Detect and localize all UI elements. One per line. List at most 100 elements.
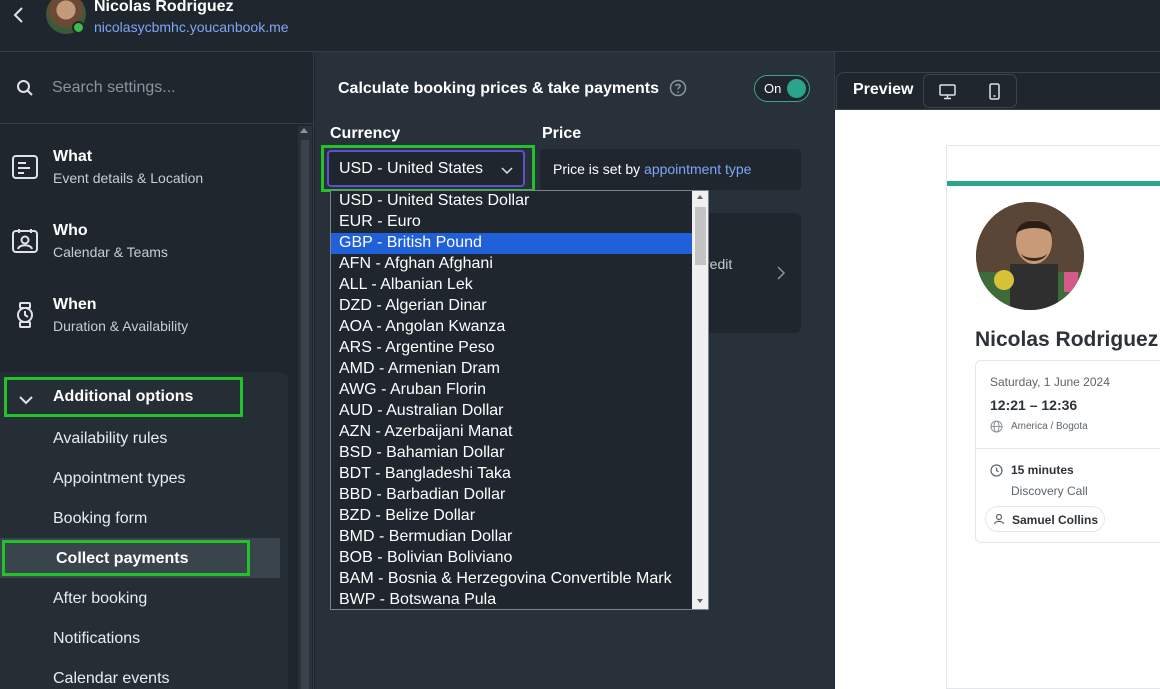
toggle-knob [787, 79, 806, 98]
sidebar-item-booking-form[interactable]: Booking form [53, 510, 147, 528]
currency-option[interactable]: EUR - Euro [331, 212, 692, 233]
dropdown-scrollbar[interactable] [692, 191, 708, 609]
document-icon [12, 155, 38, 179]
price-label: Price [542, 125, 582, 142]
currency-option[interactable]: ALL - Albanian Lek [331, 275, 692, 296]
chevron-down-icon [501, 167, 513, 175]
booking-page-preview: Nicolas Rodriguez Saturday, 1 June 2024 … [946, 145, 1160, 689]
user-name: Nicolas Rodriguez [94, 0, 234, 15]
help-icon[interactable] [669, 79, 687, 97]
appointment-type-link[interactable]: appointment type [644, 161, 751, 177]
currency-option[interactable]: AUD - Australian Dollar [331, 401, 692, 422]
brand-accent-bar [947, 181, 1160, 186]
currency-option[interactable]: BOB - Bolivian Boliviano [331, 548, 692, 569]
page-title: Calculate booking prices & take payments [338, 80, 659, 97]
sidebar-item-after-booking[interactable]: After booking [53, 590, 147, 608]
preview-canvas: Nicolas Rodriguez Saturday, 1 June 2024 … [835, 110, 1160, 689]
booking-duration: 15 minutes [1011, 463, 1074, 477]
booking-summary: Saturday, 1 June 2024 12:21 – 12:36 Amer… [975, 360, 1160, 543]
price-text: Price is set by appointment type [553, 161, 751, 177]
currency-option[interactable]: DZD - Algerian Dinar [331, 296, 692, 317]
sidebar-item-collect-payments[interactable]: Collect payments [2, 540, 250, 576]
scrollbar-thumb[interactable] [695, 207, 706, 265]
device-view-switch [923, 74, 1017, 108]
toggle-label: On [764, 81, 782, 96]
chevron-right-icon [777, 266, 786, 280]
divider [976, 448, 1160, 449]
top-bar: Nicolas Rodriguez nicolasycbmhc.youcanbo… [0, 0, 1160, 52]
sidebar-item-appointment-types[interactable]: Appointment types [53, 470, 186, 488]
desktop-icon [939, 84, 956, 100]
currency-option[interactable]: BZD - Belize Dollar [331, 506, 692, 527]
additional-options-panel: Additional options Availability rules Ap… [0, 372, 288, 689]
settings-sidebar: What Event details & Location Who Calend… [0, 52, 314, 689]
additional-options-title: Additional options [53, 388, 194, 405]
currency-option[interactable]: BDT - Bangladeshi Taka [331, 464, 692, 485]
additional-options-toggle[interactable]: Additional options [4, 377, 243, 417]
currency-dropdown-list[interactable]: USD - United States Dollar EUR - Euro GBP … [330, 190, 709, 610]
back-arrow-icon[interactable] [10, 6, 30, 26]
contact-card-icon [12, 229, 38, 253]
host-chip: Samuel Collins [985, 506, 1105, 532]
scroll-up-arrow-icon[interactable] [300, 128, 308, 133]
sidebar-scrollbar[interactable] [298, 126, 312, 689]
host-name: Nicolas Rodriguez [975, 328, 1159, 351]
currency-select[interactable]: USD - United States [327, 150, 525, 187]
search-input[interactable] [52, 76, 292, 100]
sidebar-item-who[interactable]: Who Calendar & Teams [0, 216, 298, 288]
online-status-icon [72, 21, 85, 34]
currency-option[interactable]: AFN - Afghan Afghani [331, 254, 692, 275]
sidebar-item-subtitle: Event details & Location [53, 170, 204, 186]
preview-toolbar: Preview [836, 72, 1160, 110]
booking-date: Saturday, 1 June 2024 [990, 375, 1110, 389]
watch-icon [17, 302, 33, 328]
profile-photo [976, 202, 1084, 310]
chevron-down-icon [19, 396, 33, 405]
booking-page-link[interactable]: nicolasycbmhc.youcanbook.me [94, 19, 289, 35]
search-icon [17, 80, 33, 96]
currency-selected-value: USD - United States [339, 160, 484, 177]
currency-option[interactable]: USD - United States Dollar [331, 191, 692, 212]
price-info-box: Price is set by appointment type [540, 149, 801, 190]
sidebar-item-title: What [53, 148, 93, 165]
person-icon [993, 513, 1005, 525]
sidebar-item-calendar-events[interactable]: Calendar events [53, 670, 170, 688]
sidebar-item-subtitle: Calendar & Teams [53, 244, 168, 260]
sidebar-item-availability-rules[interactable]: Availability rules [53, 430, 167, 448]
sidebar-item-title: Who [53, 222, 88, 239]
currency-option[interactable]: AMD - Armenian Dram [331, 359, 692, 380]
currency-option[interactable]: BSD - Bahamian Dollar [331, 443, 692, 464]
search-row [0, 52, 313, 124]
price-text-prefix: Price is set by [553, 161, 645, 177]
currency-option[interactable]: GBP - British Pound [331, 233, 692, 254]
mobile-view-button[interactable] [971, 75, 1017, 107]
currency-option[interactable]: AZN - Azerbaijani Manat [331, 422, 692, 443]
host-name-chip: Samuel Collins [1012, 513, 1099, 527]
clock-icon [990, 464, 1003, 477]
scroll-down-arrow-icon[interactable] [697, 599, 703, 603]
currency-option[interactable]: BWP - Botswana Pula [331, 590, 692, 609]
booking-time: 12:21 – 12:36 [990, 397, 1078, 413]
payments-toggle[interactable]: On [754, 75, 810, 102]
sidebar-item-what[interactable]: What Event details & Location [0, 142, 298, 214]
currency-option[interactable]: BAM - Bosnia & Herzegovina Convertible M… [331, 569, 692, 590]
currency-option[interactable]: ARS - Argentine Peso [331, 338, 692, 359]
sidebar-item-label: Collect payments [56, 550, 189, 567]
preview-header: Preview [834, 52, 1160, 110]
booking-event-name: Discovery Call [1011, 484, 1088, 498]
sidebar-item-when[interactable]: When Duration & Availability [0, 290, 298, 362]
desktop-view-button[interactable] [924, 75, 970, 107]
currency-option[interactable]: BMD - Bermudian Dollar [331, 527, 692, 548]
currency-label: Currency [330, 125, 401, 142]
globe-icon [990, 420, 1003, 433]
currency-option[interactable]: BBD - Barbadian Dollar [331, 485, 692, 506]
currency-option[interactable]: AOA - Angolan Kwanza [331, 317, 692, 338]
sidebar-item-notifications[interactable]: Notifications [53, 630, 140, 648]
preview-label: Preview [853, 81, 914, 98]
currency-option[interactable]: AWG - Aruban Florin [331, 380, 692, 401]
scroll-up-arrow-icon[interactable] [697, 195, 703, 199]
booking-timezone: America / Bogota [1011, 421, 1088, 432]
mobile-icon [989, 83, 1000, 100]
sidebar-item-title: When [53, 296, 97, 313]
sidebar-item-subtitle: Duration & Availability [53, 318, 189, 334]
